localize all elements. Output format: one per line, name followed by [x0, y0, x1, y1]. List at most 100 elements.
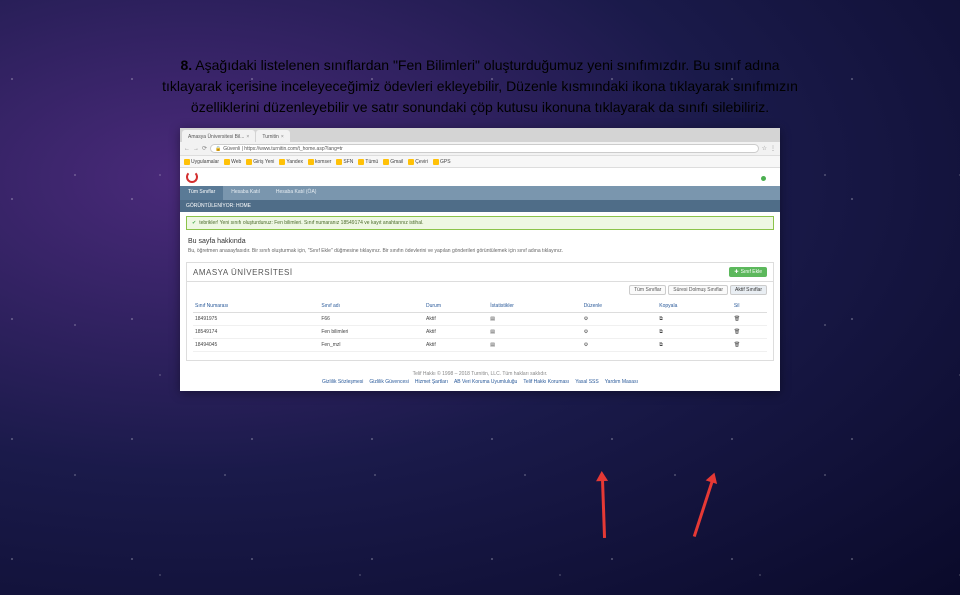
- caption-line1: Aşağıdaki listelenen sınıflardan "Fen Bi…: [192, 57, 779, 73]
- table-header[interactable]: Durum: [424, 300, 488, 313]
- delete-icon[interactable]: 🗑: [732, 326, 767, 339]
- table-header[interactable]: Sınıf Numarası: [193, 300, 319, 313]
- card-header: AMASYA ÜNİVERSİTESİ ✚ Sınıf Ekle: [187, 263, 773, 282]
- bookmark-icon: [184, 159, 190, 165]
- classes-card: AMASYA ÜNİVERSİTESİ ✚ Sınıf Ekle Tüm Sın…: [186, 262, 774, 361]
- bookmark-icon: [433, 159, 439, 165]
- page-help-text: Bu, öğretmen anasayfasıdır. Bir sınıfı o…: [180, 247, 780, 258]
- footer-link[interactable]: Telif Hakkı Koruması: [523, 379, 569, 385]
- star-icon[interactable]: ☆: [762, 145, 767, 152]
- class-status: Aktif: [424, 313, 488, 326]
- browser-toolbar: ← → ⟳ 🔒 Güvenli | https://www.turnitin.c…: [180, 142, 780, 156]
- add-class-label: Sınıf Ekle: [741, 269, 762, 275]
- caption-line2: tıklayarak içerisine inceleyeceğimiz öde…: [162, 78, 798, 94]
- university-title: AMASYA ÜNİVERSİTESİ: [193, 268, 293, 277]
- filter-active[interactable]: Aktif Sınıflar: [730, 285, 767, 295]
- browser-window: Amasya Üniversitesi Bil... × Turnitin × …: [180, 128, 780, 391]
- footer-link[interactable]: Hizmet Şartları: [415, 379, 448, 385]
- class-id: 18491975: [193, 313, 319, 326]
- footer-link[interactable]: Yardım Masası: [605, 379, 638, 385]
- browser-tab[interactable]: Amasya Üniversitesi Bil... ×: [182, 130, 255, 142]
- bookmark-item[interactable]: Tümü: [358, 159, 378, 165]
- footer-link[interactable]: Gizlilik Sözleşmesi: [322, 379, 363, 385]
- table-header[interactable]: Düzenle: [582, 300, 658, 313]
- bookmark-icon: [279, 159, 285, 165]
- copy-icon[interactable]: ⧉: [657, 326, 732, 339]
- bookmark-icon: [383, 159, 389, 165]
- footer-link[interactable]: AB Veri Koruma Uyumluluğu: [454, 379, 517, 385]
- class-id: 18494045: [193, 339, 319, 352]
- caption-line3: özelliklerini düzenleyebilir ve satır so…: [191, 99, 769, 115]
- table-row: 18491975F66Aktif▤⚙⧉🗑: [193, 313, 767, 326]
- copy-icon[interactable]: ⧉: [657, 313, 732, 326]
- bookmark-item[interactable]: Uygulamalar: [184, 159, 219, 165]
- bookmark-icon: [308, 159, 314, 165]
- table-header[interactable]: Sınıf adı: [319, 300, 424, 313]
- footer-link[interactable]: Gizlilik Güvencesi: [369, 379, 408, 385]
- edit-icon[interactable]: ⚙: [582, 339, 658, 352]
- footer-links: Gizlilik Sözleşmesi Gizlilik Güvencesi Hiz…: [186, 379, 774, 385]
- add-class-button[interactable]: ✚ Sınıf Ekle: [729, 267, 767, 277]
- class-name-link[interactable]: Fen_mzl: [319, 339, 424, 352]
- tab-join-account[interactable]: Hesaba Katıl: [223, 186, 268, 200]
- turnitin-header: [180, 168, 780, 186]
- bookmark-item[interactable]: Giriş Yeni: [246, 159, 274, 165]
- table-header[interactable]: İstatistikler: [488, 300, 581, 313]
- stats-icon[interactable]: ▤: [488, 326, 581, 339]
- page-content: Tüm Sınıflar Hesaba Katıl Hesaba Katıl (…: [180, 168, 780, 391]
- class-filter-row: Tüm Sınıflar Süresi Dolmuş Sınıflar Akti…: [187, 282, 773, 298]
- success-alert: ✔ tebrikler! Yeni sınıfı oluşturdunuz: F…: [186, 216, 774, 230]
- table-header[interactable]: Sil: [732, 300, 767, 313]
- filter-all[interactable]: Tüm Sınıflar: [629, 285, 666, 295]
- bookmark-item[interactable]: GPS: [433, 159, 451, 165]
- instruction-caption: 8. Aşağıdaki listelenen sınıflardan "Fen…: [90, 55, 870, 118]
- bookmark-item[interactable]: Gmail: [383, 159, 403, 165]
- reload-icon[interactable]: ⟳: [202, 145, 207, 152]
- bookmark-item[interactable]: SFN: [336, 159, 353, 165]
- tab-join-account-ta[interactable]: Hesaba Katıl (ÖA): [268, 186, 325, 200]
- edit-icon[interactable]: ⚙: [582, 313, 658, 326]
- copy-icon[interactable]: ⧉: [657, 339, 732, 352]
- table-row: 18494045Fen_mzlAktif▤⚙⧉🗑: [193, 339, 767, 352]
- close-icon[interactable]: ×: [281, 134, 284, 140]
- bookmark-item[interactable]: Çeviri: [408, 159, 428, 165]
- tab-title: Amasya Üniversitesi Bil...: [188, 134, 244, 140]
- bookmark-item[interactable]: komser: [308, 159, 331, 165]
- bookmark-icon: [224, 159, 230, 165]
- delete-icon[interactable]: 🗑: [732, 339, 767, 352]
- annotation-arrow-delete: [693, 479, 714, 537]
- tab-all-classes[interactable]: Tüm Sınıflar: [180, 186, 223, 200]
- delete-icon[interactable]: 🗑: [732, 313, 767, 326]
- bookmarks-bar: Uygulamalar Web Giriş Yeni Yandex komser SFN T…: [180, 156, 780, 168]
- address-bar[interactable]: 🔒 Güvenli | https://www.turnitin.com/t_h…: [210, 144, 759, 153]
- menu-icon[interactable]: ⋮: [770, 145, 776, 152]
- edit-icon[interactable]: ⚙: [582, 326, 658, 339]
- class-id: 18549174: [193, 326, 319, 339]
- secure-label: Güvenli: [223, 146, 240, 152]
- stats-icon[interactable]: ▤: [488, 339, 581, 352]
- plus-icon: ✚: [734, 269, 738, 275]
- browser-tab[interactable]: Turnitin ×: [256, 130, 289, 142]
- alert-text: tebrikler! Yeni sınıfı oluşturdunuz: Fen…: [199, 220, 423, 226]
- footer-link[interactable]: Yasal SSS: [575, 379, 599, 385]
- url-text: https://www.turnitin.com/t_home.asp?lang…: [244, 146, 343, 152]
- close-icon[interactable]: ×: [246, 134, 249, 140]
- annotation-arrow-edit: [601, 478, 606, 538]
- browser-tab-strip: Amasya Üniversitesi Bil... × Turnitin ×: [180, 128, 780, 142]
- bookmark-icon: [358, 159, 364, 165]
- table-header[interactable]: Kopyala: [657, 300, 732, 313]
- stats-icon[interactable]: ▤: [488, 313, 581, 326]
- forward-icon[interactable]: →: [193, 146, 199, 152]
- bookmark-icon: [246, 159, 252, 165]
- bookmark-item[interactable]: Yandex: [279, 159, 303, 165]
- footer-copyright: Telif Hakkı © 1998 – 2018 Turnitin, LLC.…: [186, 371, 774, 377]
- classes-table: Sınıf NumarasıSınıf adıDurumİstatistikle…: [193, 300, 767, 352]
- filter-expired[interactable]: Süresi Dolmuş Sınıflar: [668, 285, 728, 295]
- page-help-title: Bu sayfa hakkında: [180, 234, 780, 247]
- class-name-link[interactable]: Fen bilimleri: [319, 326, 424, 339]
- user-status-icon: [761, 176, 766, 181]
- back-icon[interactable]: ←: [184, 146, 190, 152]
- class-name-link[interactable]: F66: [319, 313, 424, 326]
- bookmark-item[interactable]: Web: [224, 159, 241, 165]
- breadcrumb: GÖRÜNTÜLENİYOR: HOME: [180, 200, 780, 212]
